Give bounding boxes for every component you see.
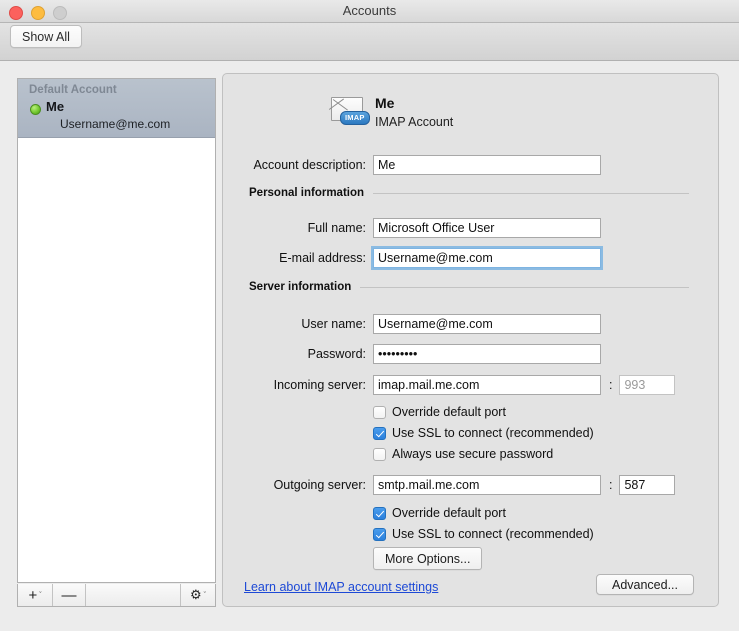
remove-account-button[interactable]: — — [53, 584, 86, 606]
server-information-group-header: Server information — [249, 281, 689, 293]
account-header: IMAP Me IMAP Account — [331, 95, 453, 129]
outgoing-override-default-port-checkbox[interactable]: Override default port — [373, 506, 506, 520]
full-name-label: Full name: — [307, 221, 366, 235]
incoming-server-label: Incoming server: — [273, 378, 366, 392]
add-account-button[interactable]: + ˇ — [18, 584, 53, 606]
user-name-input[interactable] — [373, 314, 601, 334]
group-divider — [373, 192, 689, 194]
show-all-button[interactable]: Show All — [10, 25, 82, 48]
account-email: Username@me.com — [60, 117, 171, 131]
account-detail-panel: IMAP Me IMAP Account Account description… — [222, 73, 719, 607]
account-description-row: Account description: — [223, 155, 601, 175]
plus-icon: + — [28, 586, 38, 604]
personal-information-group-header: Personal information — [249, 187, 689, 199]
accounts-list[interactable]: Default Account Me Username@me.com — [17, 78, 216, 583]
checkbox-box — [373, 447, 386, 461]
account-title: Me — [375, 95, 395, 111]
window-title: Accounts — [342, 3, 397, 18]
incoming-port-separator: : — [609, 378, 613, 392]
account-group-label: Default Account — [29, 84, 117, 96]
checkbox-label: Use SSL to connect (recommended) — [392, 527, 594, 541]
gear-icon: ⚙ — [190, 587, 202, 602]
account-description-label: Account description: — [253, 158, 366, 172]
account-name: Me — [46, 99, 65, 114]
email-address-input[interactable] — [373, 248, 601, 268]
incoming-override-default-port-checkbox[interactable]: Override default port — [373, 405, 506, 419]
email-address-label: E-mail address: — [279, 251, 366, 265]
incoming-server-row: Incoming server: : — [223, 375, 676, 395]
checkbox-box — [373, 405, 386, 419]
incoming-port-input[interactable] — [619, 375, 676, 395]
incoming-secure-password-checkbox[interactable]: Always use secure password — [373, 447, 553, 461]
checkbox-box — [373, 527, 386, 541]
email-address-row: E-mail address: — [223, 248, 601, 268]
accounts-sidebar: Default Account Me Username@me.com + ˇ —… — [17, 78, 218, 608]
checkbox-label: Override default port — [392, 506, 506, 520]
outgoing-use-ssl-checkbox[interactable]: Use SSL to connect (recommended) — [373, 527, 594, 541]
minus-icon: — — [61, 586, 77, 604]
accounts-list-toolbar: + ˇ — ⚙ ˇ — [17, 584, 216, 607]
accounts-preferences-window: Accounts Show All Default Account Me Use… — [0, 0, 739, 631]
password-input[interactable] — [373, 344, 601, 364]
chevron-down-icon: ˇ — [39, 591, 42, 599]
checkbox-box — [373, 506, 386, 520]
advanced-button[interactable]: Advanced... — [596, 574, 694, 595]
checkbox-box — [373, 426, 386, 440]
password-row: Password: — [223, 344, 601, 364]
full-name-input[interactable] — [373, 218, 601, 238]
account-status-indicator-icon — [30, 104, 41, 115]
imap-badge-label: IMAP — [340, 111, 370, 125]
group-divider — [360, 286, 689, 288]
window-content: Default Account Me Username@me.com + ˇ —… — [0, 61, 739, 631]
outgoing-server-label: Outgoing server: — [273, 478, 366, 492]
full-name-row: Full name: — [223, 218, 601, 238]
more-options-button[interactable]: More Options... — [373, 547, 483, 570]
list-item[interactable]: Default Account Me Username@me.com — [18, 79, 215, 138]
checkbox-label: Use SSL to connect (recommended) — [392, 426, 594, 440]
account-description-input[interactable] — [373, 155, 601, 175]
outgoing-port-input[interactable] — [619, 475, 676, 495]
checkbox-label: Override default port — [392, 405, 506, 419]
account-type-label: IMAP Account — [375, 115, 454, 129]
server-information-label: Server information — [249, 281, 352, 293]
user-name-row: User name: — [223, 314, 601, 334]
incoming-server-input[interactable] — [373, 375, 601, 395]
incoming-use-ssl-checkbox[interactable]: Use SSL to connect (recommended) — [373, 426, 594, 440]
window-titlebar: Accounts — [0, 0, 739, 23]
account-actions-button[interactable]: ⚙ ˇ — [181, 584, 215, 606]
outgoing-port-separator: : — [609, 478, 613, 492]
imap-mail-icon: IMAP — [331, 97, 370, 127]
toolbar-spacer — [86, 584, 181, 606]
password-label: Password: — [307, 347, 366, 361]
outgoing-server-input[interactable] — [373, 475, 601, 495]
user-name-label: User name: — [301, 317, 366, 331]
outgoing-server-row: Outgoing server: : — [223, 475, 676, 495]
personal-information-label: Personal information — [249, 187, 365, 199]
account-header-text: Me IMAP Account — [375, 95, 453, 129]
chevron-down-icon: ˇ — [203, 591, 206, 599]
learn-about-imap-link[interactable]: Learn about IMAP account settings — [244, 580, 438, 594]
preferences-toolbar — [0, 23, 739, 61]
checkbox-label: Always use secure password — [392, 447, 554, 461]
